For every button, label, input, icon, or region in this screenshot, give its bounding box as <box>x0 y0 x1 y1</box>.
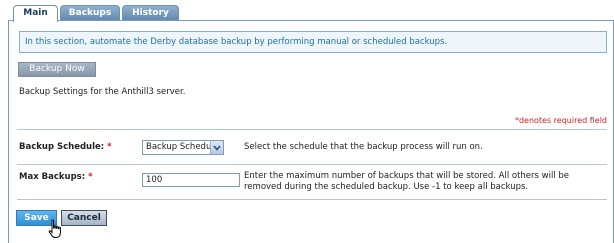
backup-schedule-label-text: Backup Schedule: <box>19 142 105 152</box>
backup-schedule-label: Backup Schedule: * <box>19 142 112 152</box>
divider <box>17 164 607 165</box>
tab-main[interactable]: Main <box>13 5 58 22</box>
required-field-note: *denotes required field <box>514 116 607 125</box>
backup-schedule-help: Select the schedule that the backup proc… <box>244 142 483 152</box>
tab-history[interactable]: History <box>122 5 179 21</box>
settings-description: Backup Settings for the Anthill3 server. <box>19 87 186 97</box>
backup-schedule-select-value: Backup Schedu <box>146 142 212 152</box>
max-backups-input[interactable]: 100 <box>142 173 240 187</box>
tab-bar: Main Backups History <box>13 5 613 22</box>
required-asterisk: * <box>88 172 93 182</box>
cancel-button[interactable]: Cancel <box>61 210 107 226</box>
required-asterisk: * <box>107 142 112 152</box>
backup-schedule-select[interactable]: Backup Schedu <box>142 140 224 155</box>
max-backups-label: Max Backups: * <box>19 172 93 182</box>
hand-pointer-icon <box>48 219 61 238</box>
divider <box>17 199 607 200</box>
info-box: In this section, automate the Derby data… <box>19 31 607 53</box>
divider <box>17 129 607 130</box>
chevron-down-icon[interactable] <box>210 141 223 154</box>
tab-backups[interactable]: Backups <box>60 5 120 21</box>
backup-now-button[interactable]: Backup Now <box>18 62 96 77</box>
main-panel: In this section, automate the Derby data… <box>8 20 614 243</box>
max-backups-help: Enter the maximum number of backups that… <box>244 171 570 192</box>
max-backups-label-text: Max Backups: <box>19 172 86 182</box>
